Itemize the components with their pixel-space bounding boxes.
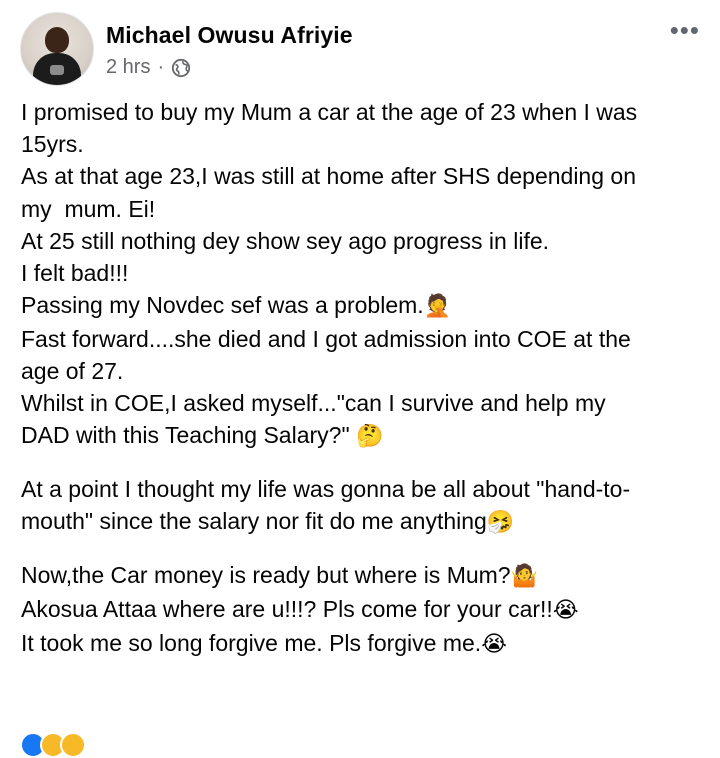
post-text: DAD with this Teaching Salary?": [21, 422, 350, 449]
post-line: I promised to buy my Mum a car at the ag…: [21, 99, 638, 125]
post-line: At a point I thought my life was gonna b…: [21, 476, 631, 503]
sad-reaction-icon: [60, 732, 86, 758]
post-body: I promised to buy my Mum a car at the ag…: [21, 96, 706, 661]
facepalm-emoji-icon: 🤦: [423, 294, 452, 320]
reaction-icons[interactable]: [20, 732, 86, 758]
post-line-with-emoji: Now,the Car money is ready but where is …: [21, 559, 706, 593]
post-text: Now,the Car money is ready but where is …: [21, 562, 511, 589]
avatar-head: [45, 27, 69, 53]
crying-emoji-icon: 😭: [552, 598, 579, 624]
post-text: mouth" since the salary nor fit do me an…: [21, 508, 487, 535]
post-text: Passing my Novdec sef was a problem.: [21, 292, 424, 319]
shrug-emoji-icon: 🤷: [510, 564, 538, 590]
thinking-emoji-icon: 🤔: [356, 424, 384, 450]
post-meta: 2 hrs ·: [106, 56, 191, 79]
post-line: I felt bad!!!: [21, 259, 129, 286]
post-line: Fast forward....she died and I got admis…: [21, 325, 631, 352]
post-line-with-emoji: mouth" since the salary nor fit do me an…: [21, 505, 706, 539]
globe-icon[interactable]: [171, 58, 191, 78]
post-text: Akosua Attaa where are u!!!? Pls come fo…: [21, 596, 553, 623]
post-line: my mum. Ei!: [21, 195, 156, 222]
more-options-icon[interactable]: •••: [670, 17, 700, 43]
avatar-shirt-logo: [50, 65, 64, 75]
post-line: Whilst in COE,I asked myself..."can I su…: [21, 390, 606, 417]
post-line: At 25 still nothing dey show sey ago pro…: [21, 227, 550, 254]
meta-separator: ·: [157, 56, 165, 78]
post-time[interactable]: 2 hrs: [106, 56, 150, 79]
post-line: As at that age 23,I was still at home af…: [21, 163, 636, 190]
post-line: 15yrs.: [21, 131, 84, 158]
post-text: It took me so long forgive me. Pls forgi…: [21, 629, 482, 656]
post-line-with-emoji: It took me so long forgive me. Pls forgi…: [21, 627, 706, 661]
post-line-with-emoji: Akosua Attaa where are u!!!? Pls come fo…: [21, 593, 706, 627]
sneeze-emoji-icon: 🤧: [486, 510, 515, 536]
post-line-with-emoji: Passing my Novdec sef was a problem.🤦: [21, 289, 706, 323]
profile-avatar[interactable]: [20, 12, 94, 86]
author-name[interactable]: Michael Owusu Afriyie: [106, 22, 353, 49]
post-line: age of 27.: [21, 358, 124, 385]
crying-emoji-icon: 😭: [481, 631, 507, 657]
post-line-with-emoji: DAD with this Teaching Salary?" 🤔: [21, 419, 706, 453]
